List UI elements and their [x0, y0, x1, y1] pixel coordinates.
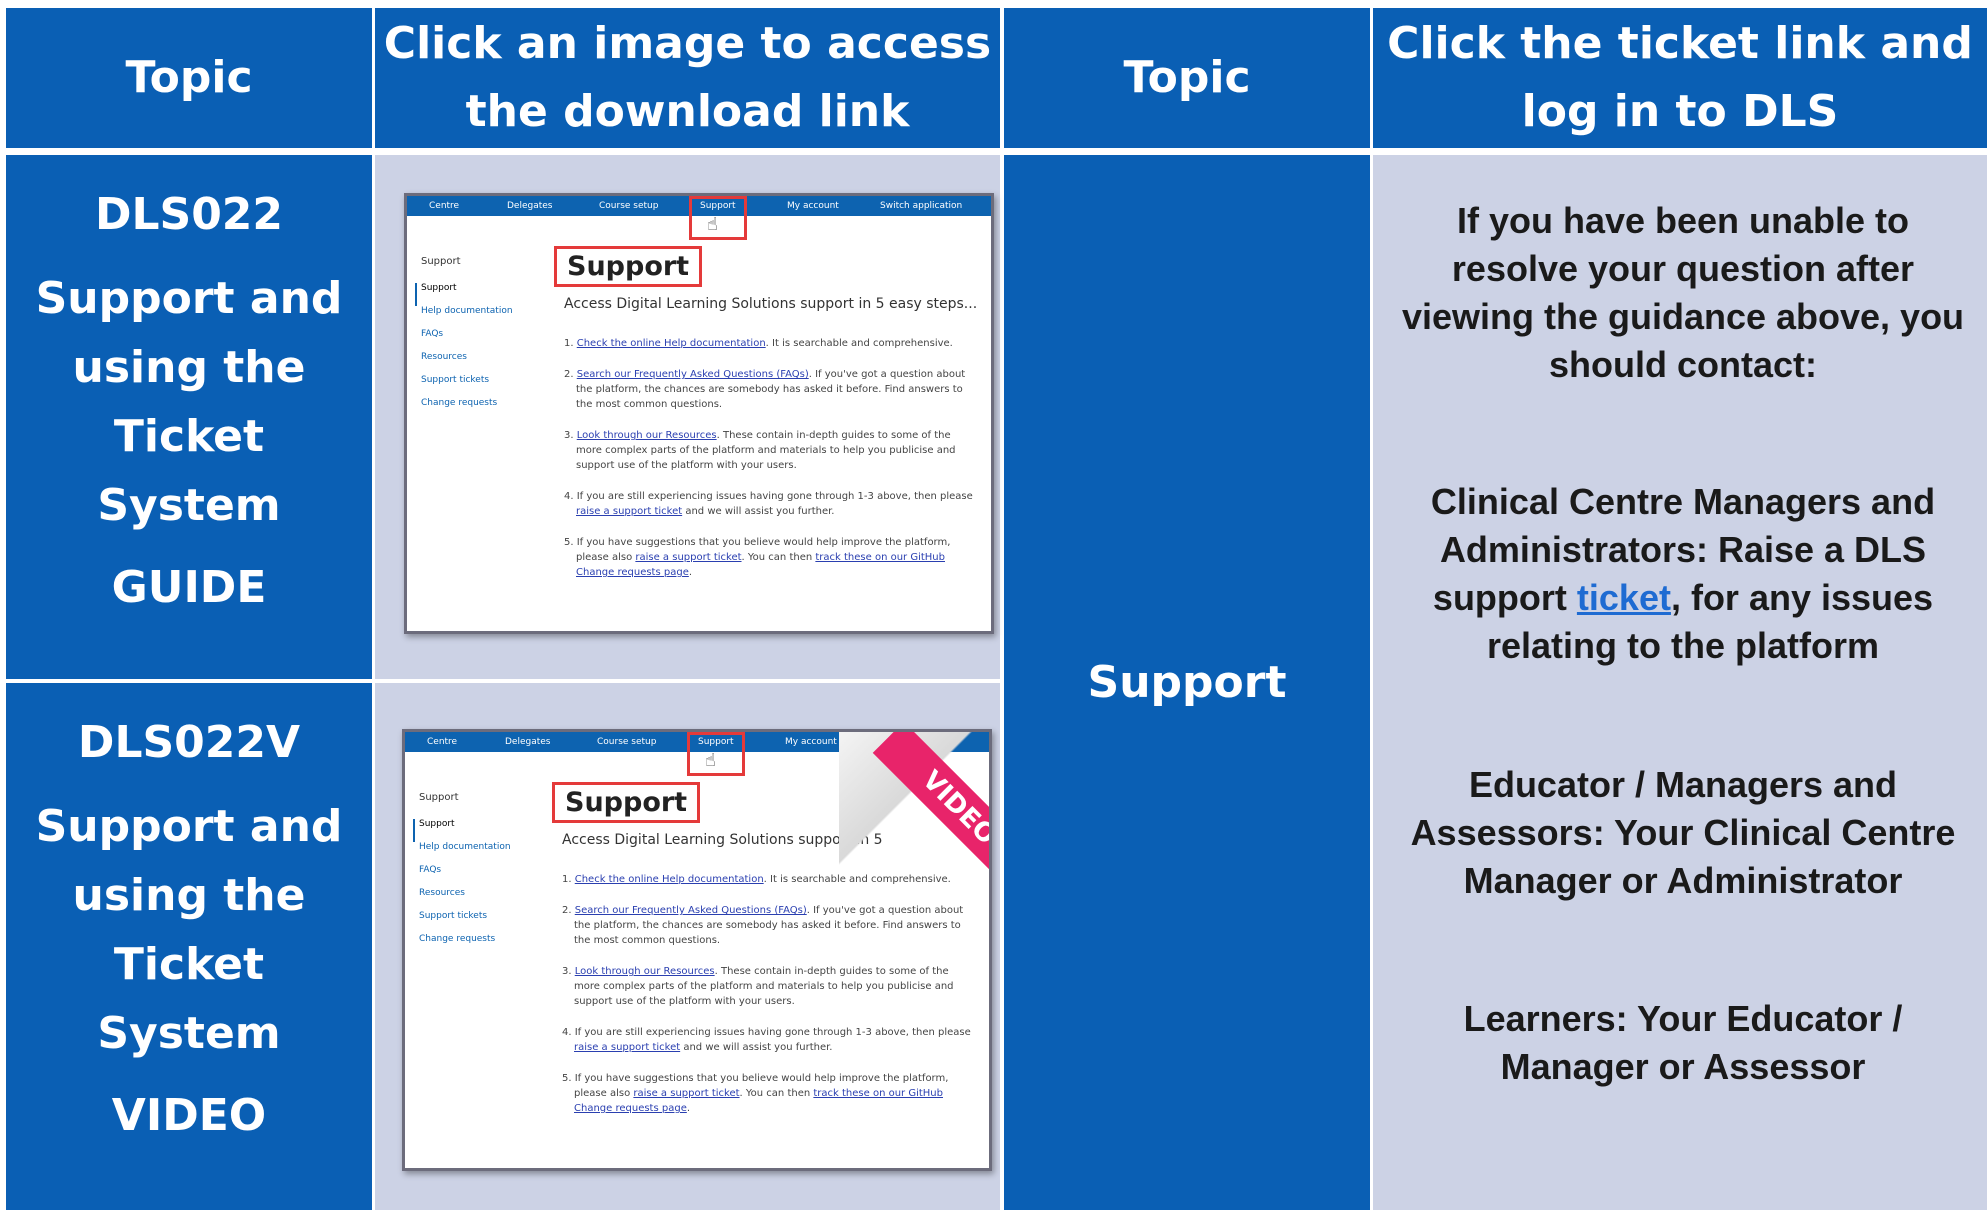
- thumb-step: 4. If you are still experiencing issues …: [562, 1027, 971, 1053]
- thumb-step-link: raise a support ticket: [635, 552, 742, 563]
- topic-code: DLS022V: [77, 717, 301, 768]
- thumb-sidebar-item: Resources: [421, 352, 467, 362]
- topic-cell-guide: DLS022 Support and using the Ticket Syst…: [6, 155, 372, 679]
- thumb-step: 3. Look through our Resources. These con…: [562, 966, 954, 1007]
- thumb-step-text: If you are still experiencing issues hav…: [576, 491, 973, 502]
- thumb-intro: Access Digital Learning Solutions suppor…: [562, 832, 883, 848]
- thumb-sidebar-item: FAQs: [421, 329, 444, 339]
- hand-cursor-icon: ☝: [707, 214, 718, 235]
- thumb-nav-item: Delegates: [507, 201, 553, 211]
- support-highlight-box: [689, 196, 747, 240]
- contact-cell: If you have been unable to resolve your …: [1373, 155, 1987, 1210]
- thumb-step-text: . It is searchable and comprehensive.: [765, 338, 953, 349]
- thumb-nav-item: Centre: [427, 737, 458, 747]
- thumb-sidebar: Support Support Help documentation FAQs …: [413, 792, 511, 957]
- thumb-sidebar-item: Help documentation: [421, 306, 513, 316]
- header-ticket-label: Click the ticket link and log in to DLS: [1387, 18, 1973, 137]
- thumb-step: 4. If you are still experiencing issues …: [564, 491, 973, 517]
- thumb-step-link: Look through our Resources: [576, 430, 717, 441]
- thumb-steps: 1. Check the online Help documentation. …: [564, 336, 979, 596]
- support-highlight-box: [687, 732, 745, 776]
- guide-download-image[interactable]: Centre Delegates Course setup Support My…: [404, 193, 994, 634]
- thumb-step: 2. Search our Frequently Asked Questions…: [562, 905, 964, 946]
- thumb-step-link: raise a support ticket: [576, 506, 683, 517]
- contact-centre-managers: Clinical Centre Managers and Administrat…: [1393, 478, 1973, 670]
- thumb-step-text: . It is searchable and comprehensive.: [763, 874, 951, 885]
- image-cell-video: Centre Delegates Course setup Support My…: [375, 683, 1000, 1210]
- thumb-step: 5. If you have suggestions that you beli…: [562, 1073, 949, 1114]
- thumb-sidebar-item: Change requests: [421, 398, 498, 408]
- thumb-step-link: raise a support ticket: [633, 1088, 740, 1099]
- topic-title: Support and using the Ticket System: [35, 801, 343, 1059]
- header-topic-2: Topic: [1004, 8, 1370, 148]
- thumb-nav-item: Course setup: [597, 737, 657, 747]
- header-topic-1: Topic: [6, 8, 372, 148]
- thumb-step-text: and we will assist you further.: [682, 506, 835, 517]
- thumb-sidebar-item: Support tickets: [419, 911, 488, 921]
- thumb-step-link: Look through our Resources: [574, 966, 715, 977]
- thumb-nav-item: My account: [787, 201, 839, 211]
- topic-code: DLS022: [94, 189, 284, 240]
- thumb-step: 5. If you have suggestions that you beli…: [564, 537, 951, 578]
- thumb-step: 3. Look through our Resources. These con…: [564, 430, 956, 471]
- topic-cell-video: DLS022V Support and using the Ticket Sys…: [6, 683, 372, 1210]
- support-topic-label: Support: [1087, 657, 1287, 708]
- thumb-sidebar-item: Resources: [419, 888, 465, 898]
- image-cell-guide: Centre Delegates Course setup Support My…: [375, 155, 1000, 679]
- thumb-nav-item: Delegates: [505, 737, 551, 747]
- topic-title: Support and using the Ticket System: [35, 273, 343, 531]
- video-corner-badge: VIDEO: [839, 732, 989, 872]
- thumb-step: 1. Check the online Help documentation. …: [562, 874, 951, 885]
- thumb-intro: Access Digital Learning Solutions suppor…: [564, 296, 978, 312]
- thumb-steps: 1. Check the online Help documentation. …: [562, 872, 977, 1132]
- thumb-step-text: . You can then: [739, 1088, 814, 1099]
- topic-kind: GUIDE: [111, 562, 267, 613]
- topic-kind: VIDEO: [111, 1090, 267, 1141]
- thumb-nav-item: My account: [785, 737, 837, 747]
- thumb-step-link: Check the online Help documentation: [576, 338, 766, 349]
- thumb-sidebar-item: Support tickets: [421, 375, 490, 385]
- thumb-sidebar-item: FAQs: [419, 865, 442, 875]
- thumb-sidebar-heading: Support: [421, 256, 461, 267]
- support-topic-cell: Support: [1004, 155, 1370, 1210]
- thumb-sidebar-item: Support: [415, 283, 513, 306]
- thumb-step-text: and we will assist you further.: [680, 1042, 833, 1053]
- thumb-step-link: raise a support ticket: [574, 1042, 681, 1053]
- contact-intro: If you have been unable to resolve your …: [1401, 200, 1965, 385]
- thumb-step-link: Search our Frequently Asked Questions (F…: [576, 369, 809, 380]
- thumb-nav-item: Centre: [429, 201, 460, 211]
- header-download-label: Click an image to access the download li…: [383, 18, 992, 137]
- thumb-step-text: If you are still experiencing issues hav…: [574, 1027, 971, 1038]
- thumb-step: 1. Check the online Help documentation. …: [564, 338, 953, 349]
- video-download-image[interactable]: Centre Delegates Course setup Support My…: [402, 729, 992, 1171]
- thumb-step: 2. Search our Frequently Asked Questions…: [564, 369, 966, 410]
- thumb-step-text: .: [686, 1103, 691, 1114]
- thumb-sidebar: Support Support Help documentation FAQs …: [415, 256, 513, 421]
- header-ticket: Click the ticket link and log in to DLS: [1373, 8, 1987, 148]
- header-topic-2-label: Topic: [1123, 52, 1251, 103]
- thumb-nav-item: Switch application: [880, 201, 963, 211]
- header-topic-1-label: Topic: [125, 52, 253, 103]
- contact-learners: Learners: Your Educator / Manager or Ass…: [1463, 998, 1903, 1087]
- hand-cursor-icon: ☝: [705, 750, 716, 771]
- contact-educators: Educator / Managers and Assessors: Your …: [1410, 764, 1956, 901]
- thumb-sidebar-item: Help documentation: [419, 842, 511, 852]
- header-download: Click an image to access the download li…: [375, 8, 1000, 148]
- thumb-step-text: .: [688, 567, 693, 578]
- thumb-step-link: Search our Frequently Asked Questions (F…: [574, 905, 807, 916]
- ticket-link[interactable]: ticket: [1577, 577, 1671, 618]
- thumb-sidebar-item: Change requests: [419, 934, 496, 944]
- thumb-page-title: Support: [552, 782, 701, 823]
- thumb-page-title: Support: [554, 246, 703, 287]
- thumb-sidebar-heading: Support: [419, 792, 459, 803]
- thumb-step-link: Check the online Help documentation: [574, 874, 764, 885]
- thumb-nav-item: Course setup: [599, 201, 659, 211]
- thumb-sidebar-item: Support: [413, 819, 511, 842]
- thumb-step-text: . You can then: [741, 552, 816, 563]
